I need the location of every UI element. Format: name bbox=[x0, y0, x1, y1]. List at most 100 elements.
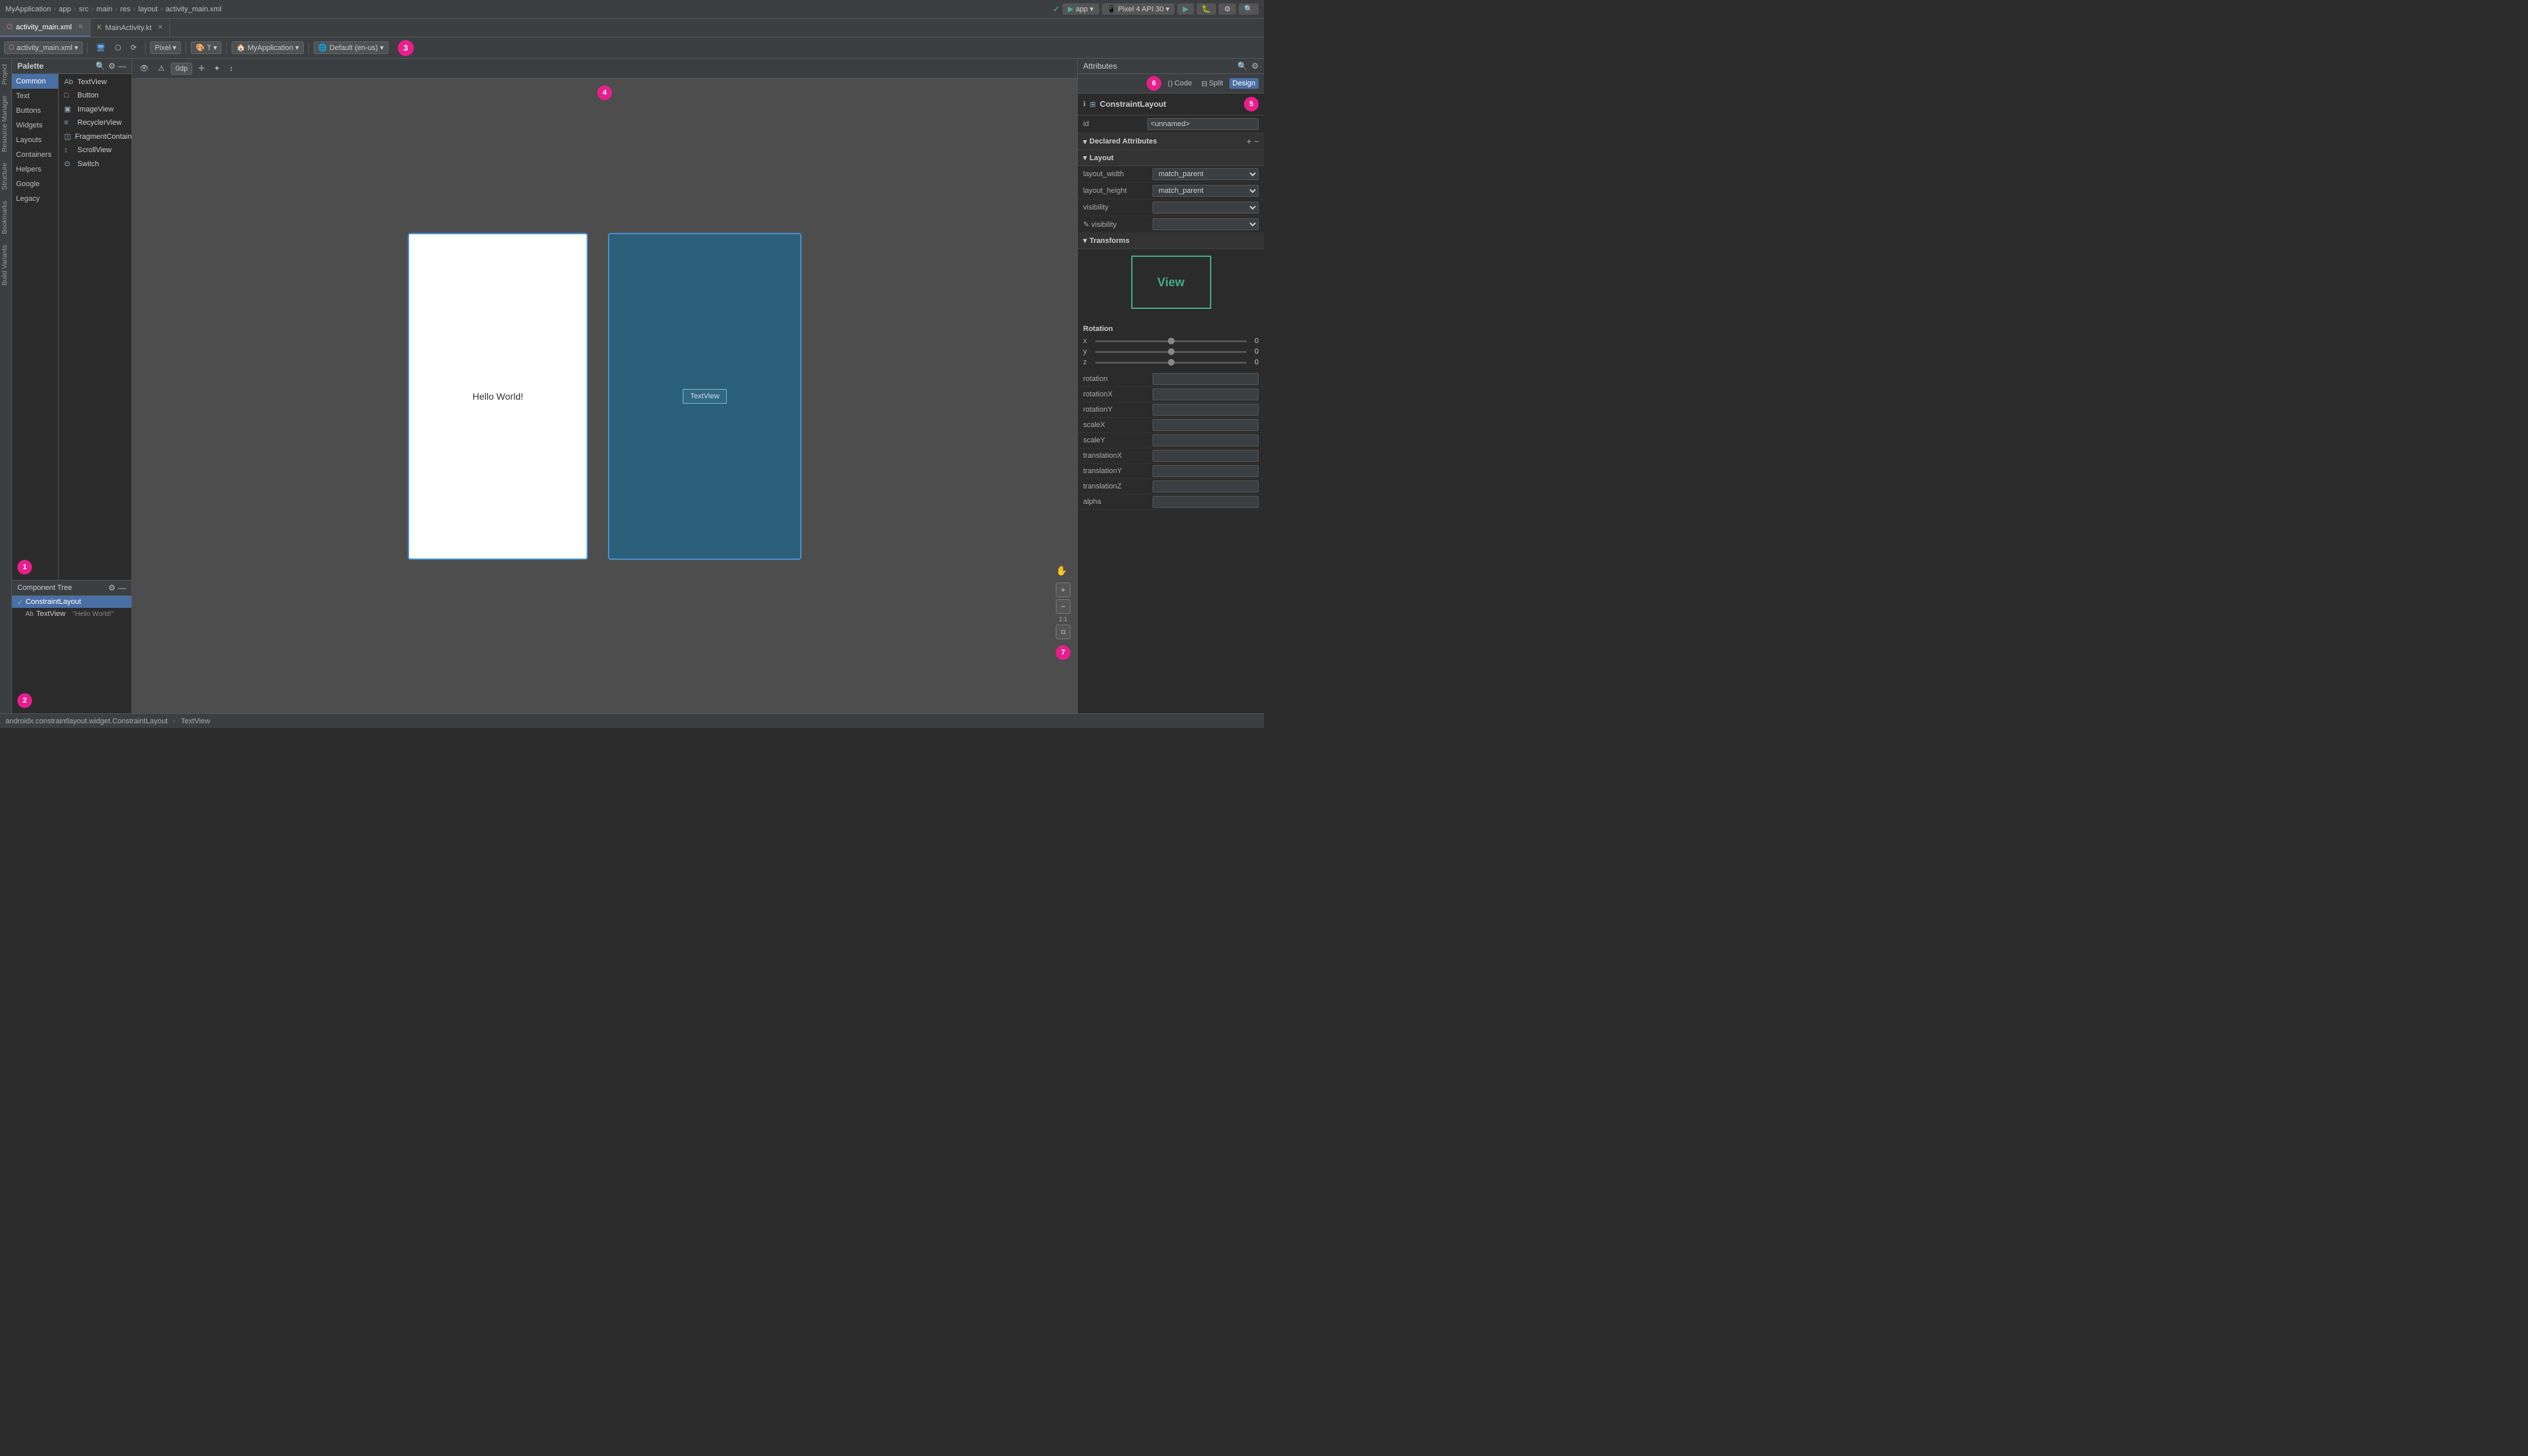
design-mode-btn[interactable]: 🖥 bbox=[93, 42, 109, 53]
visibility-pen-select[interactable] bbox=[1153, 218, 1259, 230]
bookmarks-tab[interactable]: Bookmarks bbox=[0, 196, 11, 240]
blueprint-preview[interactable]: TextView bbox=[608, 233, 802, 560]
add-attr-btn[interactable]: + bbox=[1247, 137, 1251, 146]
rotation-field-input[interactable] bbox=[1153, 373, 1259, 385]
translationz-field-input[interactable] bbox=[1153, 480, 1259, 492]
palette-category-containers[interactable]: Containers bbox=[12, 147, 58, 162]
palette-settings-btn[interactable]: ⚙ bbox=[108, 61, 115, 71]
rotation-z-thumb[interactable] bbox=[1168, 359, 1175, 366]
breadcrumb-layout[interactable]: layout bbox=[138, 5, 157, 13]
search-button[interactable]: 🔍 bbox=[1239, 3, 1259, 15]
breadcrumb-myapplication[interactable]: MyApplication bbox=[5, 5, 51, 13]
palette-category-legacy[interactable]: Legacy bbox=[12, 192, 58, 206]
remove-attr-btn[interactable]: − bbox=[1254, 137, 1259, 146]
rotation-x-thumb[interactable] bbox=[1168, 338, 1175, 344]
canvas-arrow-btn[interactable]: ↕ bbox=[226, 63, 237, 74]
palette-search-btn[interactable]: 🔍 bbox=[95, 61, 105, 71]
layout-section-header[interactable]: ▾ Layout bbox=[1078, 150, 1264, 166]
zoom-fit-btn[interactable]: ⊡ bbox=[1056, 625, 1070, 639]
canvas-error-btn[interactable]: ⚠ bbox=[155, 63, 168, 74]
device-dropdown[interactable]: 📱 Pixel 4 API 30 ▾ bbox=[1102, 3, 1175, 15]
breadcrumb-src[interactable]: src bbox=[79, 5, 89, 13]
rotation-y-slider[interactable] bbox=[1095, 351, 1247, 353]
visibility-select[interactable]: visible invisible gone bbox=[1153, 202, 1259, 214]
palette-category-widgets[interactable]: Widgets bbox=[12, 118, 58, 133]
app-dropdown[interactable]: 🏠 MyApplication ▾ bbox=[232, 41, 304, 54]
zoom-in-btn[interactable]: + bbox=[1056, 583, 1070, 597]
zoom-label: 1:1 bbox=[1056, 616, 1070, 623]
palette-category-google[interactable]: Google bbox=[12, 177, 58, 192]
locale-dropdown[interactable]: 🌐 Default (en-us) ▾ bbox=[314, 41, 388, 54]
palette-item-imageview[interactable]: ▣ ImageView bbox=[59, 102, 131, 116]
palette-category-common[interactable]: Common bbox=[12, 74, 58, 89]
tab-close-kt[interactable]: ✕ bbox=[157, 24, 163, 31]
breadcrumb-res[interactable]: res bbox=[120, 5, 130, 13]
tree-item-textview[interactable]: Ab TextView "Hello World!" bbox=[20, 608, 131, 620]
canvas-dp-dropdown[interactable]: 0dp bbox=[171, 63, 192, 75]
canvas-eye-btn[interactable]: 👁 bbox=[136, 63, 152, 74]
translationx-field-input[interactable] bbox=[1153, 450, 1259, 462]
recyclerview-icon: ≡ bbox=[64, 119, 73, 127]
split-tab[interactable]: ⊟ Split bbox=[1198, 78, 1227, 89]
scaley-field-input[interactable] bbox=[1153, 434, 1259, 446]
rotation-z-slider[interactable] bbox=[1095, 362, 1247, 364]
palette-category-text[interactable]: Text bbox=[12, 89, 58, 103]
canvas-constraint-btn[interactable]: ✛ bbox=[195, 63, 208, 74]
zoom-out-btn[interactable]: − bbox=[1056, 599, 1070, 614]
t-dropdown[interactable]: 🎨 T ▾ bbox=[191, 41, 222, 54]
palette-item-textview[interactable]: Ab TextView bbox=[59, 75, 131, 89]
pixel-dropdown[interactable]: Pixel ▾ bbox=[150, 41, 181, 54]
blueprint-mode-btn[interactable]: ⬡ bbox=[111, 42, 125, 53]
attr-settings-btn[interactable]: ⚙ bbox=[1251, 61, 1259, 71]
breadcrumb-main[interactable]: main bbox=[97, 5, 113, 13]
orientation-btn[interactable]: ⟳ bbox=[127, 42, 140, 53]
build-variants-tab[interactable]: Build Variants bbox=[0, 240, 11, 291]
declared-attributes-section[interactable]: ▾ Declared Attributes + − bbox=[1078, 133, 1264, 150]
scalex-field-input[interactable] bbox=[1153, 419, 1259, 431]
tree-item-constraintlayout[interactable]: ↙ ConstraintLayout bbox=[12, 596, 131, 608]
tab-activity-main-xml[interactable]: ⬡ activity_main.xml ✕ bbox=[0, 19, 91, 37]
file-dropdown[interactable]: ⬡ activity_main.xml ▾ bbox=[4, 41, 83, 54]
settings-button[interactable]: ⚙ bbox=[1219, 3, 1236, 15]
palette-category-helpers[interactable]: Helpers bbox=[12, 162, 58, 177]
component-tree-settings-btn[interactable]: ⚙ bbox=[108, 583, 115, 593]
component-tree-collapse-btn[interactable]: — bbox=[118, 583, 126, 593]
resource-manager-tab[interactable]: Resource Manager bbox=[0, 90, 11, 157]
palette-item-fragmentcontainerview[interactable]: ◫ FragmentContainerView bbox=[59, 129, 131, 143]
layout-height-select[interactable]: match_parent wrap_content bbox=[1153, 185, 1259, 197]
palette-category-layouts[interactable]: Layouts bbox=[12, 133, 58, 147]
kt-file-icon: K bbox=[97, 24, 102, 31]
imageview-icon: ▣ bbox=[64, 105, 73, 113]
attr-search-btn[interactable]: 🔍 bbox=[1237, 61, 1247, 71]
canvas-wand-btn[interactable]: ✦ bbox=[210, 63, 223, 74]
palette-category-buttons[interactable]: Buttons bbox=[12, 103, 58, 118]
code-tab[interactable]: ⟨⟩ Code bbox=[1164, 78, 1195, 89]
design-tab[interactable]: Design bbox=[1229, 78, 1259, 89]
alpha-field-input[interactable] bbox=[1153, 496, 1259, 508]
breadcrumb-app[interactable]: app bbox=[59, 5, 71, 13]
palette-collapse-btn[interactable]: — bbox=[118, 61, 126, 71]
palette-item-button[interactable]: □ Button bbox=[59, 89, 131, 102]
blueprint-textview[interactable]: TextView bbox=[683, 389, 727, 404]
palette-item-switch[interactable]: ⊙ Switch bbox=[59, 157, 131, 171]
run-button[interactable]: ▶ bbox=[1177, 3, 1193, 15]
palette-item-recyclerview[interactable]: ≡ RecyclerView bbox=[59, 116, 131, 129]
rotationx-field-input[interactable] bbox=[1153, 388, 1259, 400]
structure-tab[interactable]: Structure bbox=[0, 157, 11, 196]
project-tab[interactable]: Project bbox=[0, 59, 11, 90]
breadcrumb-file[interactable]: activity_main.xml bbox=[166, 5, 222, 13]
translationy-field-input[interactable] bbox=[1153, 465, 1259, 477]
transforms-section-header[interactable]: ▾ Transforms bbox=[1078, 233, 1264, 249]
design-preview[interactable]: Hello World! bbox=[408, 233, 588, 560]
debug-button[interactable]: 🐛 bbox=[1197, 3, 1217, 15]
layout-width-select[interactable]: match_parent wrap_content bbox=[1153, 168, 1259, 180]
id-input[interactable] bbox=[1147, 118, 1259, 130]
tab-mainactivity-kt[interactable]: K MainActivity.kt ✕ bbox=[91, 19, 171, 37]
rotation-x-slider[interactable] bbox=[1095, 340, 1247, 342]
tab-close-xml[interactable]: ✕ bbox=[77, 23, 83, 31]
rotation-y-thumb[interactable] bbox=[1168, 348, 1175, 355]
palette-item-scrollview[interactable]: ↕ ScrollView bbox=[59, 143, 131, 157]
rotationy-field-input[interactable] bbox=[1153, 404, 1259, 416]
left-sidebar-tabs: Project Resource Manager Structure Bookm… bbox=[0, 59, 12, 713]
run-config-dropdown[interactable]: ▶ app ▾ bbox=[1062, 3, 1098, 15]
